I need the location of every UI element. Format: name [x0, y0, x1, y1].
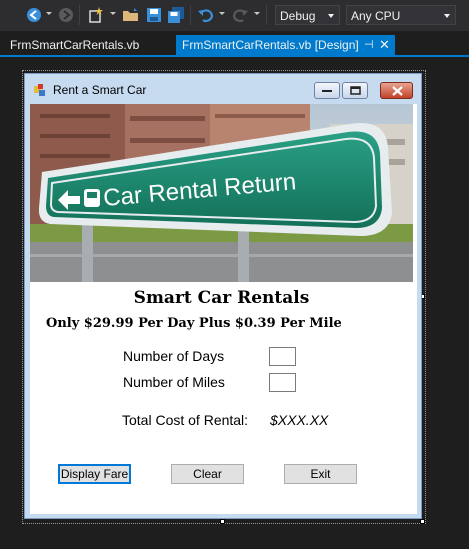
- total-cost-label: Total Cost of Rental:: [122, 412, 249, 428]
- pin-icon[interactable]: ⊣: [364, 35, 374, 55]
- toolbar-separator: [79, 5, 80, 25]
- exit-button[interactable]: Exit: [284, 464, 357, 484]
- save-icon[interactable]: [145, 6, 163, 24]
- close-icon: [392, 86, 403, 96]
- open-folder-icon[interactable]: [122, 6, 140, 24]
- redo-icon[interactable]: [231, 6, 249, 24]
- solution-configuration-dropdown[interactable]: Debug: [275, 5, 340, 25]
- minimize-icon: [322, 90, 332, 92]
- navigate-back-icon[interactable]: [25, 6, 43, 24]
- tab-design-file[interactable]: FrmSmartCarRentals.vb [Design] ⊣ ✕: [176, 35, 395, 55]
- form-app-icon: [34, 84, 45, 96]
- new-project-icon[interactable]: [87, 6, 105, 24]
- ide-toolbar: Debug Any CPU: [0, 0, 469, 31]
- form-window[interactable]: Rent a Smart Car Car Rental Return Smart…: [24, 73, 422, 519]
- redo-dropdown-caret[interactable]: [254, 12, 260, 15]
- tab-design-file-label: FrmSmartCarRentals.vb [Design]: [182, 38, 359, 52]
- minimize-button[interactable]: [314, 82, 340, 99]
- solution-configuration-value: Debug: [280, 9, 316, 23]
- miles-input[interactable]: [269, 373, 296, 392]
- maximize-button[interactable]: [342, 82, 368, 99]
- pricing-subtitle: Only $29.99 Per Day Plus $0.39 Per Mile: [46, 316, 342, 331]
- page-title: Smart Car Rentals: [133, 288, 310, 308]
- toolbar-separator: [266, 5, 267, 25]
- close-icon[interactable]: ✕: [379, 35, 390, 55]
- form-titlebar: Rent a Smart Car: [25, 74, 421, 104]
- undo-dropdown-caret[interactable]: [219, 12, 225, 15]
- undo-icon[interactable]: [197, 6, 215, 24]
- resize-handle-bottom[interactable]: [220, 519, 225, 524]
- back-dropdown-caret[interactable]: [46, 12, 52, 15]
- tab-code-file[interactable]: FrmSmartCarRentals.vb: [0, 35, 170, 55]
- miles-label: Number of Miles: [123, 374, 225, 390]
- solution-platform-dropdown[interactable]: Any CPU: [346, 5, 456, 25]
- solution-platform-value: Any CPU: [351, 9, 401, 23]
- chevron-down-icon: [444, 14, 450, 18]
- total-cost-value: $XXX.XX: [270, 412, 329, 428]
- form-client-area: Car Rental Return Smart Car Rentals Only…: [30, 104, 417, 514]
- save-all-icon[interactable]: [167, 6, 185, 24]
- navigate-forward-icon[interactable]: [57, 6, 75, 24]
- car-rental-return-picture: Car Rental Return: [30, 104, 413, 282]
- toolbar-separator: [190, 5, 191, 25]
- resize-handle-corner[interactable]: [420, 519, 425, 524]
- document-tab-well: FrmSmartCarRentals.vb FrmSmartCarRentals…: [0, 35, 469, 57]
- clear-button[interactable]: Clear: [171, 464, 244, 484]
- chevron-down-icon: [328, 14, 334, 18]
- form-title: Rent a Smart Car: [53, 83, 147, 97]
- new-project-dropdown-caret[interactable]: [110, 12, 116, 15]
- tab-code-file-label: FrmSmartCarRentals.vb: [10, 38, 140, 52]
- days-label: Number of Days: [123, 348, 225, 364]
- display-fare-button[interactable]: Display Fare: [58, 464, 131, 484]
- days-input[interactable]: [269, 347, 296, 366]
- maximize-icon: [350, 86, 361, 95]
- close-button[interactable]: [380, 82, 413, 99]
